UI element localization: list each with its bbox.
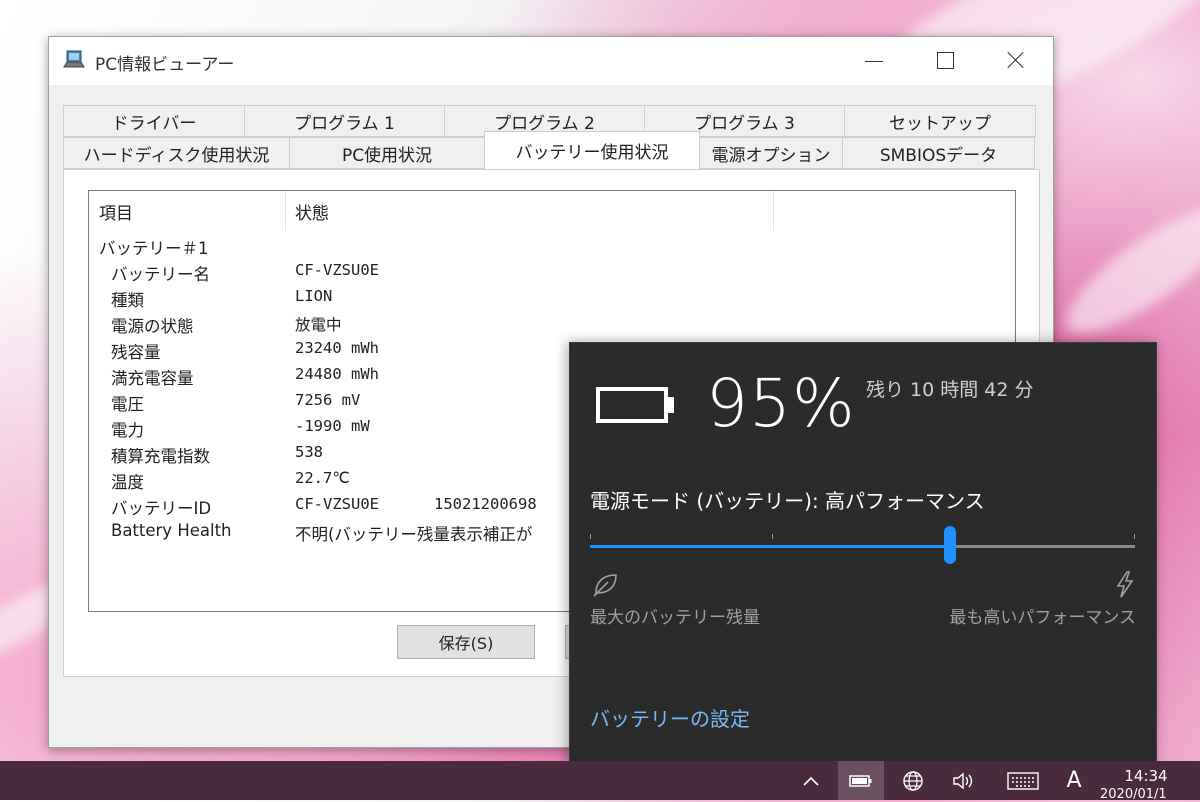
battery-settings-link[interactable]: バッテリーの設定 [590,703,750,732]
tab-setup[interactable]: セットアップ [844,105,1036,137]
row-value: 7256 mV [295,391,361,409]
row-value-secondary: 15021200698 [434,495,537,513]
leaf-icon [593,574,617,597]
show-hidden-icons-button[interactable] [796,761,826,800]
row-key: 種類 [111,291,144,310]
lightning-icon [1116,571,1134,598]
tab-driver[interactable]: ドライバー [63,105,245,137]
title-bar[interactable]: PC情報ビューアー [49,37,1053,85]
save-button[interactable]: 保存(S) [397,625,535,659]
table-row[interactable]: バッテリー名 CF-VZSU0E [89,259,989,285]
row-value: 23240 mWh [295,339,379,357]
table-row[interactable]: 種類 LION [89,285,989,311]
battery-percent: 95% [706,365,856,442]
row-key: 電源の状態 [111,317,194,336]
clock-time[interactable]: 14:34 [1106,767,1186,785]
chevron-up-icon [803,776,819,786]
slider-tick [772,534,773,539]
row-value: CF-VZSU0E [295,495,379,513]
row-value: 538 [295,443,323,461]
slider-label-min: 最大のバッテリー残量 [590,608,760,628]
maximize-icon [937,52,954,69]
touch-keyboard-button[interactable] [1000,761,1046,800]
globe-icon [903,770,923,791]
row-key: 積算充電指数 [111,447,210,466]
battery-large-icon [596,387,668,423]
row-value: 24480 mWh [295,365,379,383]
row-key: バッテリーID [111,499,212,518]
maximize-button[interactable] [915,37,975,85]
battery-remaining-time: 残り 10 時間 42 分 [866,379,1034,401]
slider-tick [1134,534,1135,539]
volume-icon [953,772,973,789]
row-value: 22.7℃ [295,469,350,487]
taskbar: A 14:34 2020/01/1 [0,761,1200,802]
window-title: PC情報ビューアー [95,55,235,75]
row-key: 満充電容量 [111,369,194,388]
tab-row-2: ハードディスク使用状況 PC使用状況 バッテリー使用状況 電源オプション SMB… [63,131,1035,169]
keyboard-icon [1007,771,1039,790]
close-button[interactable] [985,37,1045,85]
power-mode-slider-thumb[interactable] [943,526,956,564]
tab-battery-usage[interactable]: バッテリー使用状況 [484,131,700,169]
battery-large-icon-nub [668,397,674,413]
column-divider[interactable] [285,191,286,231]
minimize-button[interactable] [843,37,903,85]
tab-program-1[interactable]: プログラム 1 [244,105,445,137]
power-mode-label: 電源モード (バッテリー): 高パフォーマンス [590,489,985,513]
group-label: バッテリー＃1 [99,239,209,258]
row-key: Battery Health [111,521,232,540]
power-mode-slider-fill [590,545,950,548]
slider-label-max: 最も高いパフォーマンス [949,608,1136,628]
row-key: 残容量 [111,343,161,362]
slider-tick [590,534,591,539]
row-key: バッテリー名 [111,265,210,284]
row-key: 温度 [111,473,144,492]
battery-tray-button[interactable] [838,761,884,800]
row-value: CF-VZSU0E [295,261,379,279]
tab-pc-usage[interactable]: PC使用状況 [289,137,485,169]
column-header-status[interactable]: 状態 [295,191,329,231]
ime-mode-button[interactable]: A [1058,761,1090,800]
column-header-item[interactable]: 項目 [99,191,133,231]
row-key: 電力 [111,421,144,440]
tab-power-options[interactable]: 電源オプション [699,137,843,169]
row-value: 放電中 [295,316,342,334]
battery-icon [849,774,872,787]
row-value: -1990 mW [295,417,370,435]
tab-smbios-data[interactable]: SMBIOSデータ [842,137,1035,169]
wallpaper-streak [1050,188,1200,352]
laptop-icon [63,50,85,68]
minimize-icon [865,61,883,62]
row-value: LION [295,287,333,305]
network-tray-button[interactable] [894,761,932,800]
list-group-header[interactable]: バッテリー＃1 [89,233,989,259]
column-divider[interactable] [773,191,774,231]
battery-flyout: 95% 残り 10 時間 42 分 電源モード (バッテリー): 高パフォーマン… [569,342,1157,764]
row-key: 電圧 [111,395,144,414]
row-value: 不明(バッテリー残量表示補正が [295,525,533,544]
table-row[interactable]: 電源の状態 放電中 [89,311,989,337]
tab-hdd-usage[interactable]: ハードディスク使用状況 [63,137,290,169]
volume-tray-button[interactable] [944,761,984,800]
power-mode-slider[interactable] [590,526,1135,564]
